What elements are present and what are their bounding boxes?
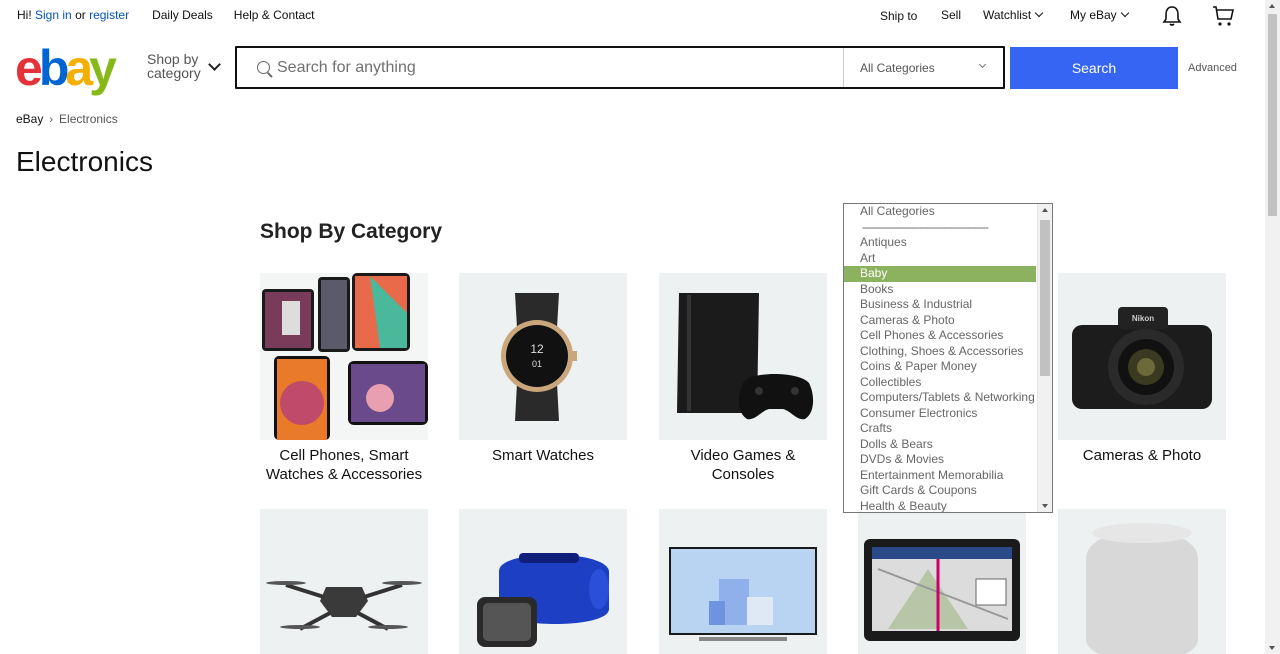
site-header: ebay Shop by category All Categories Sea… — [0, 30, 1265, 100]
breadcrumb-current: Electronics — [59, 112, 118, 126]
homepod-image — [1058, 509, 1226, 654]
category-label: category — [147, 65, 201, 81]
dropdown-scrollbar[interactable] — [1037, 204, 1052, 512]
scroll-down-arrow-icon[interactable] — [1042, 504, 1048, 508]
daily-deals-link[interactable]: Daily Deals — [152, 8, 213, 22]
camera-image: Nikon — [1058, 273, 1226, 440]
logo-letter-e: e — [15, 40, 43, 96]
register-link[interactable]: register — [89, 8, 129, 22]
logo-letter-y: y — [89, 40, 117, 96]
logo-letter-b: b — [38, 40, 69, 96]
search-input[interactable] — [277, 57, 837, 79]
tv-image — [659, 509, 827, 654]
advanced-search-link[interactable]: Advanced — [1188, 62, 1237, 74]
category-option[interactable]: Cell Phones & Accessories — [844, 328, 1052, 344]
svg-text:Nikon: Nikon — [1132, 314, 1154, 323]
tile-label: Cell Phones, Smart Watches & Accessories — [265, 447, 423, 483]
notification-bell-icon[interactable] — [1161, 5, 1183, 30]
category-dropdown-list[interactable]: All Categories --------------------------… — [843, 203, 1053, 513]
watchlist-label: Watchlist — [983, 8, 1032, 22]
category-tile-video-games[interactable]: Video Games & Consoles — [659, 273, 827, 484]
category-select-value: All Categories — [860, 61, 935, 75]
category-option[interactable]: All Categories — [844, 204, 1052, 220]
category-options: All Categories --------------------------… — [844, 204, 1052, 513]
category-tile-cameras[interactable]: Nikon Cameras & Photo — [1058, 273, 1226, 465]
top-left-links: Hi! Sign in or register Daily Deals Help… — [17, 8, 315, 22]
tile-label: Video Games & Consoles — [690, 447, 796, 483]
section-title: Shop By Category — [260, 220, 443, 243]
category-option[interactable]: Baby — [844, 266, 1036, 282]
category-tile-gps[interactable] — [858, 509, 1026, 654]
category-tile-smart-watches[interactable]: 12 01 Smart Watches — [459, 273, 627, 465]
sell-link[interactable]: Sell — [941, 8, 961, 22]
top-right-links: Ship to Sell Watchlist My eBay — [880, 5, 1240, 30]
category-option[interactable]: DVDs & Movies — [844, 452, 1052, 468]
category-tile-smart-home[interactable] — [1058, 509, 1226, 654]
category-tile-cell-phones[interactable]: Cell Phones, Smart Watches & Accessories — [260, 273, 428, 484]
category-option[interactable]: Collectibles — [844, 375, 1052, 391]
chevron-down-icon — [1120, 8, 1129, 18]
svg-text:12: 12 — [530, 342, 544, 356]
drone-image — [260, 509, 428, 654]
tile-label: Cameras & Photo — [1082, 447, 1202, 464]
category-option[interactable]: Books — [844, 282, 1052, 298]
help-contact-link[interactable]: Help & Contact — [234, 8, 315, 22]
search-bar: All Categories — [235, 46, 1005, 89]
breadcrumb: eBay › Electronics — [16, 112, 118, 126]
chevron-down-icon[interactable] — [208, 58, 221, 71]
speaker-image — [459, 509, 627, 654]
breadcrumb-separator-icon: › — [49, 114, 54, 126]
chevron-down-icon — [978, 60, 987, 69]
category-tile-drones[interactable] — [260, 509, 428, 654]
category-option[interactable]: Computers/Tablets & Networking — [844, 390, 1052, 406]
page-scrollbar[interactable] — [1265, 0, 1280, 654]
sign-in-link[interactable]: Sign in — [35, 8, 72, 22]
phones-image — [260, 273, 428, 440]
scroll-down-arrow-icon[interactable] — [1269, 646, 1275, 650]
cart-icon[interactable] — [1211, 4, 1235, 31]
my-ebay-dropdown[interactable]: My eBay — [1070, 8, 1129, 22]
scroll-up-arrow-icon[interactable] — [1042, 208, 1048, 212]
gps-image — [858, 509, 1026, 654]
category-tile-tvs[interactable] — [659, 509, 827, 654]
category-select[interactable]: All Categories — [843, 48, 1003, 87]
smartwatch-image: 12 01 — [459, 273, 627, 440]
shop-by-label: Shop by — [147, 51, 199, 67]
search-button[interactable]: Search — [1010, 47, 1178, 89]
category-tile-speakers[interactable] — [459, 509, 627, 654]
category-option[interactable]: Cameras & Photo — [844, 313, 1052, 329]
greeting-text: Hi! — [17, 8, 32, 22]
category-option[interactable]: Business & Industrial — [844, 297, 1052, 313]
shop-by-category-button[interactable]: Shop by category — [147, 52, 201, 80]
category-option[interactable]: Art — [844, 251, 1052, 267]
top-navigation-bar: Hi! Sign in or register Daily Deals Help… — [0, 0, 1265, 30]
category-option[interactable]: Entertainment Memorabilia — [844, 468, 1052, 484]
or-text: or — [75, 8, 86, 22]
category-option[interactable]: ----------------------------------------… — [844, 220, 1052, 236]
category-option[interactable]: Health & Beauty — [844, 499, 1052, 513]
scroll-thumb[interactable] — [1268, 14, 1277, 216]
category-option[interactable]: Crafts — [844, 421, 1052, 437]
category-option[interactable]: Clothing, Shoes & Accessories — [844, 344, 1052, 360]
logo-letter-a: a — [65, 40, 93, 96]
my-ebay-label: My eBay — [1070, 8, 1117, 22]
chevron-down-icon — [1034, 8, 1044, 18]
ebay-logo[interactable]: ebay — [15, 40, 117, 96]
svg-text:01: 01 — [532, 359, 542, 369]
page-title: Electronics — [16, 146, 153, 177]
scroll-thumb[interactable] — [1040, 220, 1050, 376]
watchlist-dropdown[interactable]: Watchlist — [983, 8, 1044, 22]
category-option[interactable]: Antiques — [844, 235, 1052, 251]
category-option[interactable]: Dolls & Bears — [844, 437, 1052, 453]
scroll-up-arrow-icon[interactable] — [1269, 4, 1275, 8]
console-image — [659, 273, 827, 440]
search-icon — [257, 61, 270, 74]
breadcrumb-home-link[interactable]: eBay — [16, 112, 43, 126]
category-option[interactable]: Gift Cards & Coupons — [844, 483, 1052, 499]
tile-label: Smart Watches — [492, 447, 594, 464]
category-option[interactable]: Consumer Electronics — [844, 406, 1052, 422]
category-option[interactable]: Coins & Paper Money — [844, 359, 1052, 375]
ship-to-link[interactable]: Ship to — [880, 9, 917, 23]
